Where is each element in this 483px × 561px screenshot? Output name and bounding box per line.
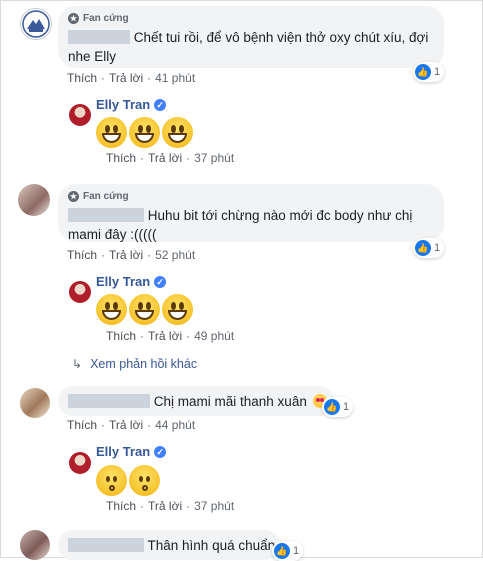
like-link[interactable]: Thích bbox=[67, 418, 97, 432]
reply-author[interactable]: Elly Tran ✓ bbox=[96, 97, 167, 112]
timestamp: 52 phút bbox=[155, 248, 196, 262]
commenter-avatar[interactable] bbox=[20, 388, 50, 418]
reply-actions: Thích · Trả lời · 37 phút bbox=[106, 499, 235, 513]
star-icon: ★ bbox=[68, 191, 79, 202]
comment-text: Chết tui rồi, để vô bệnh viện thở oxy ch… bbox=[68, 30, 429, 64]
kissing-face-icon bbox=[96, 465, 127, 496]
comment-bubble: Chị mami mãi thanh xuân bbox=[58, 386, 334, 416]
verified-icon: ✓ bbox=[154, 445, 167, 458]
reply-arrow-icon: ↳ bbox=[72, 357, 83, 371]
like-count[interactable]: 👍 1 bbox=[413, 238, 445, 258]
timestamp: 41 phút bbox=[155, 71, 196, 85]
redacted-name bbox=[68, 394, 150, 408]
thumbs-up-icon: 👍 bbox=[415, 64, 431, 80]
commenter-avatar[interactable] bbox=[20, 8, 52, 40]
comment-actions: Thích · Trả lời · 44 phút bbox=[67, 418, 196, 432]
comment-text: Huhu bit tới chừng nào mới đc body như c… bbox=[68, 208, 413, 242]
elly-avatar[interactable] bbox=[69, 281, 91, 303]
timestamp: 37 phút bbox=[194, 151, 235, 165]
fan-badge: ★ Fan cứng bbox=[68, 191, 129, 202]
commenter-avatar[interactable] bbox=[20, 530, 50, 560]
verified-icon: ✓ bbox=[154, 275, 167, 288]
star-icon: ★ bbox=[68, 13, 79, 24]
reply-link[interactable]: Trả lời bbox=[148, 329, 182, 343]
comment-bubble: Thân hình quá chuẩn bbox=[58, 530, 280, 560]
elly-avatar[interactable] bbox=[69, 452, 91, 474]
like-count[interactable]: 👍 1 bbox=[322, 397, 354, 417]
fan-badge: ★ Fan cứng bbox=[68, 13, 129, 24]
elly-avatar[interactable] bbox=[69, 104, 91, 126]
comment-bubble: ★ Fan cứng Chết tui rồi, để vô bệnh viện… bbox=[58, 6, 444, 68]
redacted-name bbox=[68, 538, 144, 552]
timestamp: 37 phút bbox=[194, 499, 235, 513]
grinning-face-icon bbox=[129, 294, 160, 325]
commenter-avatar[interactable] bbox=[18, 184, 50, 216]
reply-link[interactable]: Trả lời bbox=[148, 151, 182, 165]
thumbs-up-icon: 👍 bbox=[274, 543, 290, 559]
emoji-reply bbox=[96, 117, 193, 148]
like-count[interactable]: 👍 1 bbox=[413, 62, 445, 82]
redacted-name bbox=[68, 208, 144, 222]
grinning-face-icon bbox=[129, 117, 160, 148]
reply-link[interactable]: Trả lời bbox=[109, 248, 143, 262]
timestamp: 49 phút bbox=[194, 329, 235, 343]
timestamp: 44 phút bbox=[155, 418, 196, 432]
like-link[interactable]: Thích bbox=[67, 71, 97, 85]
like-link[interactable]: Thích bbox=[106, 151, 136, 165]
emoji-reply bbox=[96, 465, 160, 496]
comment-text: Chị mami mãi thanh xuân bbox=[68, 392, 327, 411]
like-link[interactable]: Thích bbox=[67, 248, 97, 262]
kissing-face-icon bbox=[129, 465, 160, 496]
verified-icon: ✓ bbox=[154, 98, 167, 111]
grinning-face-icon bbox=[96, 117, 127, 148]
like-count[interactable]: 👍 1 bbox=[272, 541, 304, 561]
view-more-replies[interactable]: ↳ Xem phản hồi khác bbox=[72, 357, 197, 371]
reply-link[interactable]: Trả lời bbox=[148, 499, 182, 513]
comment-actions: Thích · Trả lời · 41 phút bbox=[67, 71, 196, 85]
like-link[interactable]: Thích bbox=[106, 499, 136, 513]
thumbs-up-icon: 👍 bbox=[324, 399, 340, 415]
emoji-reply bbox=[96, 294, 193, 325]
grinning-face-icon bbox=[162, 117, 193, 148]
reply-author[interactable]: Elly Tran ✓ bbox=[96, 274, 167, 289]
like-link[interactable]: Thích bbox=[106, 329, 136, 343]
reply-actions: Thích · Trả lời · 37 phút bbox=[106, 151, 235, 165]
reply-author[interactable]: Elly Tran ✓ bbox=[96, 444, 167, 459]
thumbs-up-icon: 👍 bbox=[415, 240, 431, 256]
comment-text: Thân hình quá chuẩn bbox=[68, 536, 275, 555]
grinning-face-icon bbox=[96, 294, 127, 325]
reply-actions: Thích · Trả lời · 49 phút bbox=[106, 329, 235, 343]
reply-link[interactable]: Trả lời bbox=[109, 418, 143, 432]
reply-link[interactable]: Trả lời bbox=[109, 71, 143, 85]
grinning-face-icon bbox=[162, 294, 193, 325]
comment-actions: Thích · Trả lời · 52 phút bbox=[67, 248, 196, 262]
comment-bubble: ★ Fan cứng Huhu bit tới chừng nào mới đc… bbox=[58, 184, 444, 242]
redacted-name bbox=[68, 30, 130, 44]
